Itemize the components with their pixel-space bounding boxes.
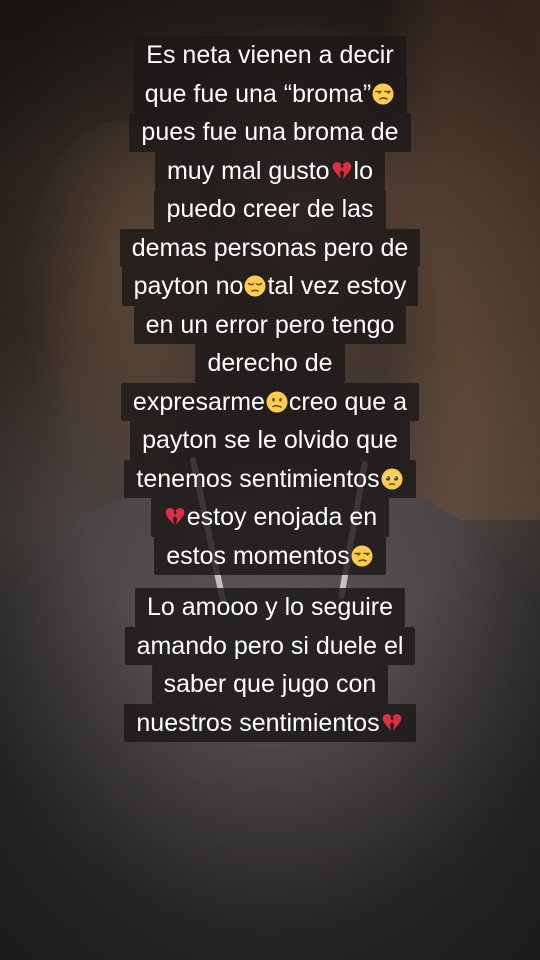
caption-line: amando pero si duele el <box>0 626 540 665</box>
caption-line-background: derecho de <box>195 344 345 383</box>
caption-line-background: muy mal gusto lo <box>154 151 386 190</box>
pleading-face-icon <box>381 468 403 490</box>
caption-text: pues fue una broma de <box>141 118 399 146</box>
caption-text: en un error pero tengo <box>145 310 395 339</box>
unamused-face-icon <box>351 545 373 567</box>
caption-line: expresarme creo que a <box>0 382 540 421</box>
caption-line-background: saber que jugo con <box>151 665 389 704</box>
caption-line-background: expresarme creo que a <box>120 382 420 421</box>
caption-line: derecho de <box>0 344 540 383</box>
caption-line: muy mal gusto lo <box>0 151 540 190</box>
caption-line-background: nuestros sentimientos <box>124 703 416 742</box>
unamused-face-icon <box>372 83 394 105</box>
caption-text: derecho de <box>207 349 333 377</box>
caption-line: demas personas pero de <box>0 228 540 267</box>
caption-text: estos momentos <box>166 541 350 570</box>
caption-line: que fue una “broma” <box>0 74 540 113</box>
caption-text: saber que jugo con <box>163 670 377 698</box>
caption-line: Lo amooo y lo seguire <box>0 588 540 627</box>
broken-heart-icon <box>164 506 186 528</box>
caption-line-background: amando pero si duele el <box>124 626 416 665</box>
caption-text: amando pero si duele el <box>136 631 404 660</box>
caption-line-background: tenemos sentimientos <box>124 459 416 498</box>
caption-line-background: que fue una “broma” <box>132 74 408 113</box>
caption-text: Lo amooo y lo seguire <box>147 593 393 621</box>
caption-line: nuestros sentimientos <box>0 703 540 742</box>
caption-line-background: payton se le olvido que <box>130 421 410 460</box>
caption-line: en un error pero tengo <box>0 305 540 344</box>
caption-text: tenemos sentimientos <box>136 464 380 493</box>
caption-text: lo <box>353 156 374 185</box>
broken-heart-icon <box>381 712 403 734</box>
caption-text: Es neta vienen a decir <box>146 41 394 69</box>
caption-line: payton no tal vez estoy <box>0 267 540 306</box>
caption-line: estoy enojada en <box>0 498 540 537</box>
caption-block-2: Lo amooo y lo seguire amando pero si duel… <box>0 588 540 742</box>
broken-heart-icon <box>331 160 353 182</box>
caption-line-background: demas personas pero de <box>119 228 421 267</box>
caption-line: Es neta vienen a decir <box>0 36 540 75</box>
caption-text: creo que a <box>288 387 408 416</box>
caption-line-background: estoy enojada en <box>150 498 390 537</box>
caption-text: tal vez estoy <box>267 272 407 300</box>
caption-text: puedo creer de las <box>166 195 374 223</box>
caption-text: payton se le olvido que <box>142 426 398 454</box>
caption-block-1: Es neta vienen a decir que fue una “broma… <box>0 36 540 575</box>
caption-text: muy mal gusto <box>166 156 330 185</box>
caption-text: payton no <box>133 272 244 300</box>
video-frame: Es neta vienen a decir que fue una “broma… <box>0 0 540 960</box>
caption-line-background: Lo amooo y lo seguire <box>135 588 405 627</box>
caption-line: saber que jugo con <box>0 665 540 704</box>
caption-line: pues fue una broma de <box>0 113 540 152</box>
caption-text: expresarme <box>132 387 265 416</box>
caption-line-background: Es neta vienen a decir <box>134 36 406 75</box>
caption-text: nuestros sentimientos <box>136 708 380 737</box>
caption-line: puedo creer de las <box>0 190 540 229</box>
caption-line-background: pues fue una broma de <box>129 113 411 152</box>
caption-line-background: en un error pero tengo <box>133 305 407 344</box>
confused-face-icon <box>266 391 288 413</box>
caption-line: estos momentos <box>0 536 540 575</box>
caption-text: demas personas pero de <box>131 233 409 262</box>
caption-text: que fue una “broma” <box>144 79 372 108</box>
caption-line: payton se le olvido que <box>0 421 540 460</box>
pensive-face-icon <box>244 275 266 297</box>
caption-line-background: puedo creer de las <box>154 190 386 229</box>
caption-line: tenemos sentimientos <box>0 459 540 498</box>
caption-line-background: estos momentos <box>154 536 386 575</box>
caption-text: estoy enojada en <box>186 503 378 531</box>
caption-line-background: payton no tal vez estoy <box>121 267 419 306</box>
